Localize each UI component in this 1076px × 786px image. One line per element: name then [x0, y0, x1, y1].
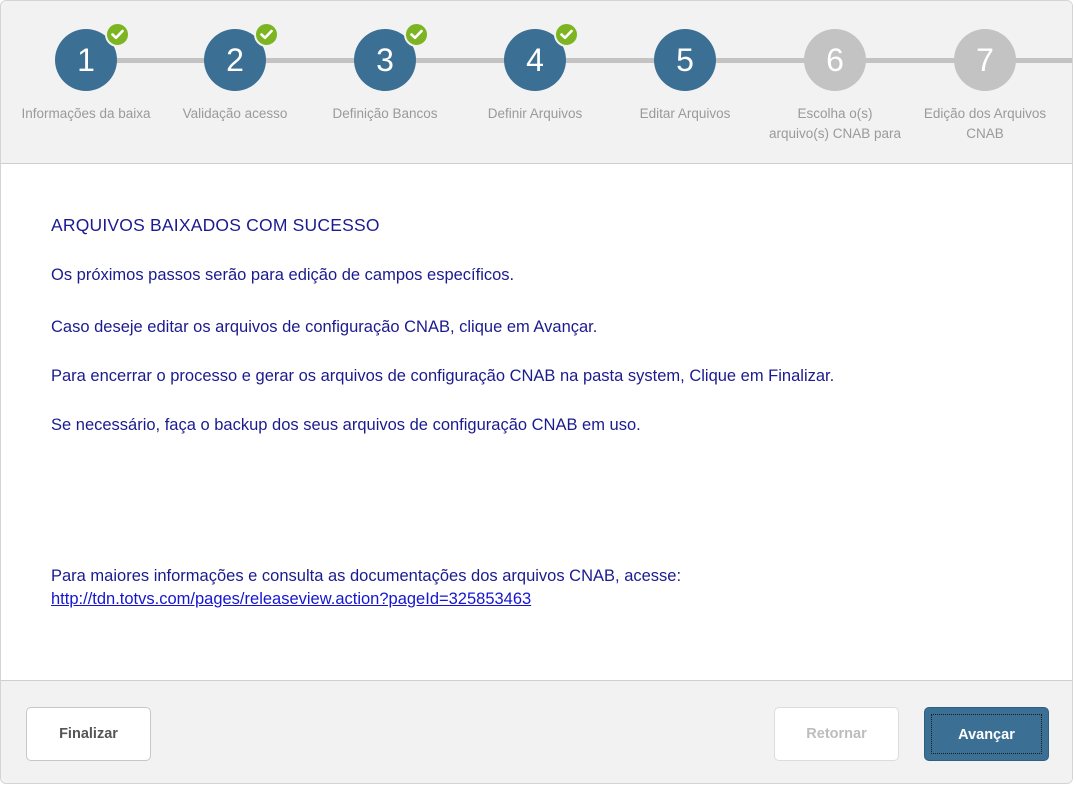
step-label: Definição Bancos: [332, 106, 438, 121]
step-label: Editar Arquivos: [639, 106, 731, 121]
step-circle: 6: [804, 29, 866, 91]
finalizar-button[interactable]: Finalizar: [26, 707, 151, 761]
info-text: Caso deseje editar os arquivos de config…: [51, 318, 598, 336]
retornar-button[interactable]: Retornar: [774, 707, 899, 761]
checkmark-icon: [105, 22, 130, 47]
step-circle: 5: [654, 29, 716, 91]
step-label: Edição dos Arquivos CNAB: [923, 106, 1047, 141]
checkmark-icon: [254, 22, 279, 47]
checkmark-icon: [554, 22, 579, 47]
documentation-link[interactable]: http://tdn.totvs.com/pages/releaseview.a…: [51, 590, 531, 609]
wizard-dialog: 1 Informações da baixa 2 Validação acess…: [0, 0, 1073, 784]
footer-bar: Finalizar Retornar Avançar: [1, 680, 1072, 783]
step-label: Validação acesso: [182, 106, 288, 121]
avancar-button-label: Avançar: [931, 714, 1042, 754]
step-circle: 7: [954, 29, 1016, 91]
step-label: Definir Arquivos: [487, 106, 583, 121]
info-text: Os próximos passos serão para edição de …: [51, 266, 515, 284]
page-title: ARQUIVOS BAIXADOS COM SUCESSO: [51, 215, 380, 235]
step-label: Informações da baixa: [21, 106, 151, 121]
wizard-steps-bar: 1 Informações da baixa 2 Validação acess…: [1, 1, 1072, 164]
more-info-text: Para maiores informações e consulta as d…: [51, 567, 682, 585]
step-label: Escolha o(s) arquivo(s) CNAB para: [768, 106, 902, 141]
info-text: Se necessário, faça o backup dos seus ar…: [51, 416, 641, 434]
checkmark-icon: [404, 22, 429, 47]
info-text: Para encerrar o processo e gerar os arqu…: [51, 367, 835, 385]
avancar-button[interactable]: Avançar: [924, 707, 1049, 761]
